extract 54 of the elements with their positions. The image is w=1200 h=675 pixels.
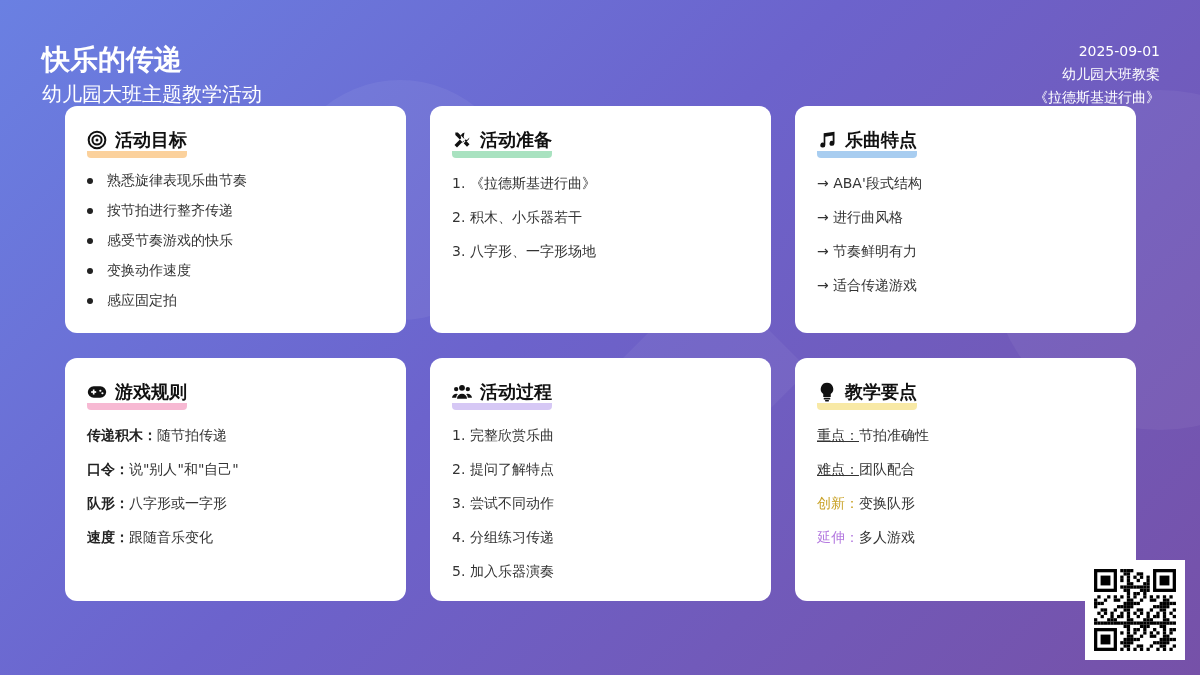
- target-icon: [87, 130, 107, 150]
- item-label: 口令：: [87, 461, 129, 477]
- list-item: → 适合传递游戏: [817, 276, 919, 295]
- list-item: 5. 加入乐器演奏: [452, 562, 555, 581]
- music-note-icon: [817, 130, 837, 150]
- list-item: 4. 分组练习传递: [452, 528, 555, 547]
- item-label: 难点：: [817, 461, 859, 477]
- item-label: 队形：: [87, 495, 129, 511]
- list-item: 熟悉旋律表现乐曲节奏: [107, 172, 247, 190]
- list-item: 2. 提问了解特点: [452, 460, 555, 479]
- users-icon: [452, 382, 472, 402]
- list-item: 3. 尝试不同动作: [452, 494, 555, 513]
- item-label: 创新：: [817, 495, 859, 511]
- list-item: 2. 积木、小乐器若干: [452, 208, 583, 227]
- item-value: 节拍准确性: [859, 427, 929, 443]
- list-item: → 进行曲风格: [817, 208, 905, 227]
- item-value: 随节拍传递: [157, 427, 227, 443]
- card-title: 活动目标: [115, 128, 187, 152]
- meta-text: 2025-09-01: [1078, 42, 1160, 61]
- list-item: → 节奏鲜明有力: [817, 242, 919, 261]
- list-item: → ABA'段式结构: [817, 174, 923, 193]
- item-label: 延伸：: [817, 529, 859, 545]
- meta-text: 幼儿园大班教案: [1062, 65, 1160, 84]
- card-title: 教学要点: [845, 380, 917, 404]
- item-value: 说"别人"和"自己": [129, 461, 239, 477]
- card-title: 活动过程: [480, 380, 552, 404]
- bullet-icon: [87, 208, 93, 214]
- list-item: 1. 完整欣赏乐曲: [452, 426, 555, 445]
- item-label: 重点：: [817, 427, 859, 443]
- bullet-icon: [87, 268, 93, 274]
- list-item: 1. 《拉德斯基进行曲》: [452, 174, 597, 193]
- item-value: 多人游戏: [859, 529, 915, 545]
- item-value: 跟随音乐变化: [129, 529, 213, 545]
- bullet-icon: [87, 298, 93, 304]
- page-title: 快乐的传递: [42, 42, 183, 78]
- list-item: 变换动作速度: [107, 262, 191, 280]
- list-item: 感应固定拍: [107, 292, 177, 310]
- meta-text: 《拉德斯基进行曲》: [1034, 88, 1160, 107]
- item-label: 传递积木：: [87, 427, 157, 443]
- qr-code-icon: [1093, 568, 1177, 652]
- tools-icon: [452, 130, 472, 150]
- bullet-icon: [87, 178, 93, 184]
- list-item: 3. 八字形、一字形场地: [452, 242, 597, 261]
- list-item: 按节拍进行整齐传递: [107, 202, 233, 220]
- card-title: 游戏规则: [115, 380, 187, 404]
- item-value: 八字形或一字形: [129, 495, 227, 511]
- page-subtitle: 幼儿园大班主题教学活动: [42, 81, 262, 108]
- bullet-icon: [87, 238, 93, 244]
- item-label: 速度：: [87, 529, 129, 545]
- item-value: 变换队形: [859, 495, 915, 511]
- list-item: 感受节奏游戏的快乐: [107, 232, 233, 250]
- item-value: 团队配合: [859, 461, 915, 477]
- card-title: 活动准备: [480, 128, 552, 152]
- card-title: 乐曲特点: [845, 128, 917, 152]
